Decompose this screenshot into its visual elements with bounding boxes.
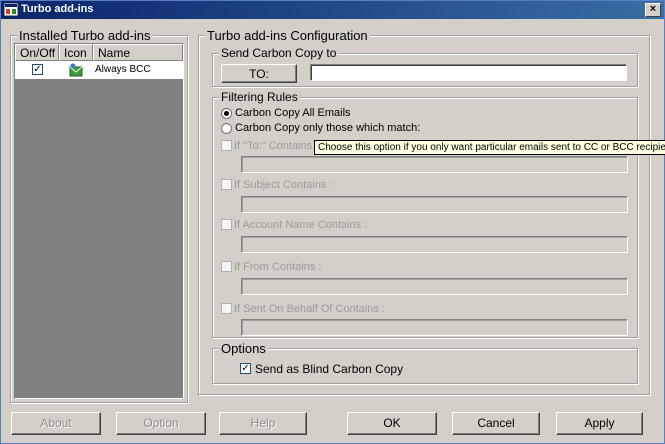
cc-matching-radio[interactable]: [221, 123, 232, 134]
rule-subject-input[interactable]: [241, 196, 628, 213]
addin-icon: [69, 63, 83, 77]
column-header-icon[interactable]: Icon: [59, 44, 93, 61]
rule-behalf-checkbox[interactable]: [221, 303, 232, 314]
addin-enabled-checkbox[interactable]: ✓: [32, 64, 43, 75]
rule-to-checkbox[interactable]: [221, 140, 232, 151]
window-title: Turbo add-ins: [21, 3, 94, 15]
rule-account-input[interactable]: [241, 236, 628, 253]
to-recipient-input[interactable]: [310, 64, 627, 81]
to-button[interactable]: TO:: [221, 64, 297, 83]
rule-to-label: If "To:" Contains :: [234, 140, 319, 152]
cc-all-emails-label[interactable]: Carbon Copy All Emails: [235, 107, 351, 119]
column-header-name[interactable]: Name: [93, 44, 183, 61]
addin-name: Always BCC: [95, 64, 151, 75]
cc-matching-label[interactable]: Carbon Copy only those which match:: [235, 122, 420, 134]
title-bar[interactable]: Turbo add-ins ×: [1, 1, 664, 19]
addins-list[interactable]: On/Off Icon Name ✓ Always BCC: [14, 43, 184, 399]
about-button[interactable]: About: [11, 412, 101, 435]
close-button[interactable]: ×: [645, 3, 661, 17]
rule-from-input[interactable]: [241, 278, 628, 295]
rule-subject-checkbox[interactable]: [221, 179, 232, 190]
rule-behalf-input[interactable]: [241, 319, 628, 336]
rule-from-checkbox[interactable]: [221, 261, 232, 272]
dialog-window: Turbo add-ins × Installed Turbo add-ins …: [0, 0, 665, 444]
cc-all-emails-radio[interactable]: [221, 108, 232, 119]
column-header-onoff[interactable]: On/Off: [15, 44, 59, 61]
installed-addins-title: Installed Turbo add-ins: [17, 28, 153, 43]
app-icon: [4, 3, 18, 16]
cancel-button[interactable]: Cancel: [452, 412, 540, 435]
option-button[interactable]: Option: [116, 412, 206, 435]
rule-tooltip: Choose this option if you only want part…: [314, 140, 665, 155]
send-bcc-label[interactable]: Send as Blind Carbon Copy: [255, 362, 403, 376]
rule-behalf-label: If Sent On Behalf Of Contains :: [234, 303, 386, 315]
list-header: On/Off Icon Name: [15, 44, 183, 61]
rule-account-checkbox[interactable]: [221, 219, 232, 230]
configuration-title: Turbo add-ins Configuration: [205, 28, 370, 43]
apply-button[interactable]: Apply: [556, 412, 643, 435]
rule-from-label: If From Contains :: [234, 261, 322, 273]
rule-subject-label: If Subject Contains :: [234, 179, 333, 191]
options-title: Options: [219, 341, 268, 356]
rule-account-label: If Account Name Contains :: [234, 219, 368, 231]
rule-to-input[interactable]: [241, 156, 628, 173]
ok-button[interactable]: OK: [347, 412, 437, 435]
send-bcc-checkbox[interactable]: ✓: [240, 363, 251, 374]
list-item-always-bcc[interactable]: ✓ Always BCC: [15, 61, 183, 79]
filtering-rules-title: Filtering Rules: [219, 90, 300, 104]
help-button[interactable]: Help: [219, 412, 307, 435]
close-icon: ×: [649, 3, 657, 15]
send-cc-title: Send Carbon Copy to: [219, 46, 339, 60]
